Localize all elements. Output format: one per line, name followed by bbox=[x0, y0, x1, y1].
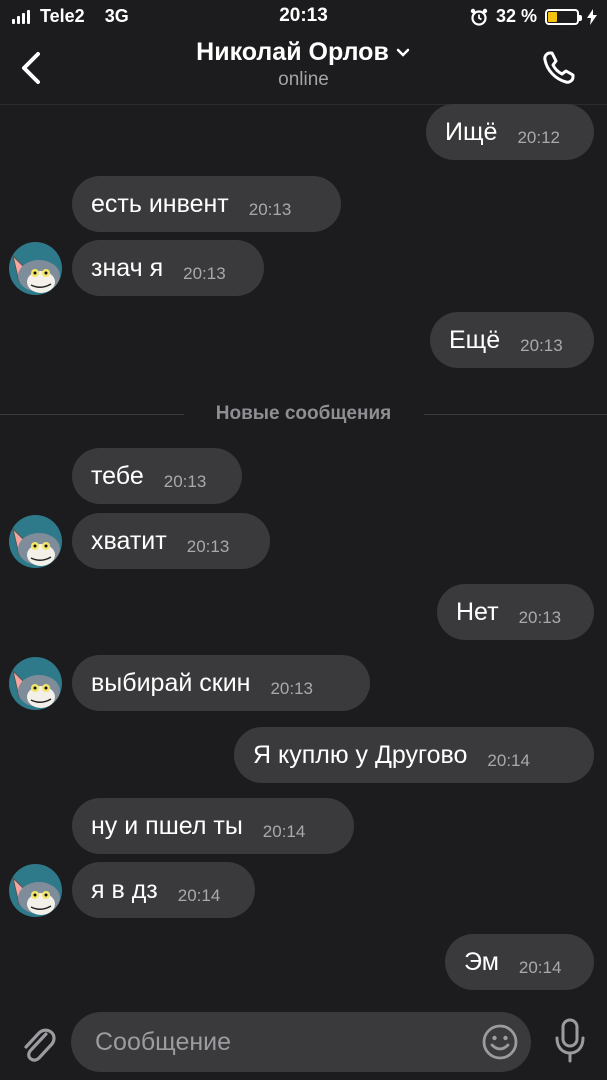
contact-status: online bbox=[278, 69, 329, 90]
message-text: есть инвент bbox=[91, 189, 229, 218]
message-time: 20:13 bbox=[248, 200, 292, 219]
avatar[interactable] bbox=[9, 657, 62, 710]
message-outgoing[interactable]: Нет 20:13 bbox=[437, 584, 594, 640]
chat-header: Николай Орлов online bbox=[0, 34, 607, 105]
message-incoming[interactable]: хватит 20:13 bbox=[72, 513, 270, 569]
message-text: Ищё bbox=[445, 117, 498, 146]
contact-info[interactable]: Николай Орлов online bbox=[0, 38, 607, 91]
message-time: 20:12 bbox=[517, 128, 560, 147]
contact-name: Николай Орлов bbox=[196, 38, 389, 66]
phone-icon[interactable] bbox=[539, 48, 579, 88]
contact-title[interactable]: Николай Орлов bbox=[196, 38, 411, 67]
message-outgoing[interactable]: Ещё 20:13 bbox=[430, 312, 594, 368]
message-time: 20:13 bbox=[520, 336, 563, 355]
paperclip-icon[interactable] bbox=[18, 1020, 56, 1064]
message-text: Нет bbox=[456, 597, 499, 626]
alarm-clock-icon bbox=[470, 8, 488, 26]
message-incoming[interactable]: тебе 20:13 bbox=[72, 448, 242, 504]
message-time: 20:14 bbox=[518, 958, 562, 977]
message-outgoing[interactable]: Я куплю у Другово 20:14 bbox=[234, 727, 594, 783]
message-time: 20:13 bbox=[163, 472, 207, 491]
smiley-icon[interactable] bbox=[481, 1023, 519, 1061]
message-incoming[interactable]: я в дз 20:14 bbox=[72, 862, 255, 918]
message-time: 20:13 bbox=[183, 264, 226, 283]
avatar[interactable] bbox=[9, 242, 62, 295]
message-time: 20:13 bbox=[270, 679, 314, 698]
message-time: 20:13 bbox=[518, 608, 562, 627]
message-incoming[interactable]: выбирай скин 20:13 bbox=[72, 655, 370, 711]
composer-bar bbox=[0, 1004, 607, 1080]
message-incoming[interactable]: есть инвент 20:13 bbox=[72, 176, 341, 232]
avatar[interactable] bbox=[9, 864, 62, 917]
message-text: я в дз bbox=[91, 875, 158, 904]
message-text: тебе bbox=[91, 461, 144, 490]
message-outgoing[interactable]: Ищё 20:12 bbox=[426, 104, 594, 160]
cat-avatar-image bbox=[9, 242, 62, 295]
message-time: 20:14 bbox=[487, 751, 530, 770]
new-messages-divider: Новые сообщения bbox=[0, 403, 607, 424]
status-right: 32 % bbox=[470, 6, 597, 27]
message-time: 20:14 bbox=[262, 822, 306, 841]
battery-percent: 32 % bbox=[495, 6, 537, 26]
battery-icon bbox=[545, 8, 582, 25]
message-time: 20:13 bbox=[186, 537, 230, 556]
message-time: 20:14 bbox=[177, 886, 221, 905]
message-text: Эм bbox=[464, 947, 499, 976]
message-text: ну и пшел ты bbox=[91, 811, 243, 840]
avatar[interactable] bbox=[9, 515, 62, 568]
message-outgoing[interactable]: Эм 20:14 bbox=[445, 934, 594, 990]
message-input-container[interactable] bbox=[71, 1012, 531, 1072]
message-text: Ещё bbox=[449, 325, 501, 354]
cat-avatar-image bbox=[9, 657, 62, 710]
chevron-down-icon bbox=[396, 48, 410, 57]
cat-avatar-image bbox=[9, 864, 62, 917]
cat-avatar-image bbox=[9, 515, 62, 568]
divider-label: Новые сообщения bbox=[215, 403, 392, 424]
message-text: выбирай скин bbox=[91, 668, 251, 697]
message-text: знач я bbox=[91, 253, 164, 282]
message-text: Я куплю у Другово bbox=[253, 740, 468, 769]
microphone-icon[interactable] bbox=[553, 1018, 587, 1064]
status-bar: Tele2 3G 20:13 32 % bbox=[0, 0, 607, 34]
message-input[interactable] bbox=[93, 1026, 477, 1058]
message-text: хватит bbox=[91, 526, 167, 555]
message-incoming[interactable]: ну и пшел ты 20:14 bbox=[72, 798, 354, 854]
lightning-icon bbox=[587, 8, 597, 25]
message-incoming[interactable]: знач я 20:13 bbox=[72, 240, 264, 296]
